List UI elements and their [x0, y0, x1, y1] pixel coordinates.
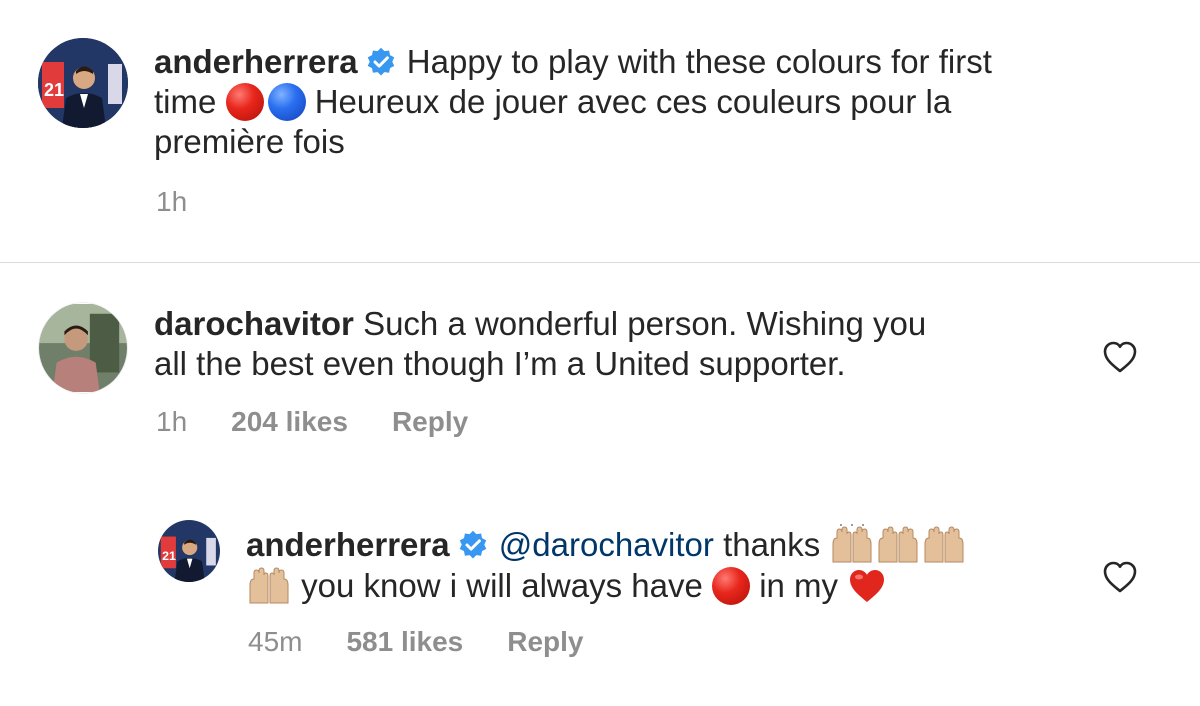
- caption-text-line-1: Happy to play with these colours for fir…: [406, 43, 992, 80]
- svg-text:21: 21: [162, 549, 176, 563]
- caption-username[interactable]: anderherrera: [154, 43, 358, 80]
- comment-2-reply-button[interactable]: Reply: [507, 626, 583, 657]
- avatar-darochavitor[interactable]: [38, 302, 128, 394]
- comment-1-likes[interactable]: 204 likes: [231, 406, 348, 437]
- like-button-comment-1[interactable]: [1102, 340, 1138, 374]
- comment-2-username[interactable]: anderherrera: [246, 526, 450, 563]
- heart-outline-icon: [1103, 341, 1137, 373]
- caption-text: anderherrera Happy to play with these co…: [154, 42, 1154, 162]
- comment-1-text-line-1: Such a wonderful person. Wishing you: [363, 305, 927, 342]
- blue-circle-emoji: [267, 83, 306, 121]
- svg-text:21: 21: [44, 80, 64, 100]
- raising-hands-emoji: [875, 524, 921, 564]
- avatar-anderherrera-reply[interactable]: 21: [158, 520, 220, 582]
- caption-line-2: time Heureux de jouer avec ces couleurs …: [154, 82, 1154, 122]
- comment-1-meta: 1h 204 likes Reply: [156, 406, 512, 438]
- comment-1-reply-button[interactable]: Reply: [392, 406, 468, 437]
- comment-2-meta: 45m 581 likes Reply: [248, 626, 628, 658]
- comment-1-line-1: darochavitor Such a wonderful person. Wi…: [154, 304, 1074, 344]
- comment-2-line-1: anderherrera @darochavitor thanks: [246, 524, 1086, 565]
- verified-badge-icon: [458, 530, 488, 560]
- comment-2-time: 45m: [248, 626, 303, 657]
- comment-2-line-2: you know i will always have in my: [246, 565, 1086, 606]
- comment-2-likes[interactable]: 581 likes: [346, 626, 463, 657]
- comment-1-line-2: all the best even though I’m a United su…: [154, 345, 846, 382]
- verified-badge-icon: [366, 47, 396, 77]
- comment-2-text: anderherrera @darochavitor thanks you kn…: [246, 524, 1086, 606]
- comment-1-text: darochavitor Such a wonderful person. Wi…: [154, 304, 1074, 384]
- like-button-comment-2[interactable]: [1102, 560, 1138, 594]
- raising-hands-emoji: [921, 524, 967, 564]
- red-circle-emoji: [225, 83, 264, 121]
- red-heart-emoji: [847, 567, 887, 605]
- caption-text-line-2: Heureux de jouer avec ces couleurs pour …: [314, 83, 952, 120]
- raising-hands-emoji: [829, 524, 875, 564]
- mention-link[interactable]: @darochavitor: [499, 526, 714, 563]
- divider: [0, 262, 1200, 263]
- comment-2-text-line-2a: you know i will always have: [301, 567, 703, 604]
- caption-line-3: première fois: [154, 123, 345, 160]
- caption-line-1: anderherrera Happy to play with these co…: [154, 42, 1154, 82]
- raising-hands-emoji: [246, 565, 292, 605]
- caption-text-time-word: time: [154, 83, 217, 120]
- comment-1-time: 1h: [156, 406, 188, 437]
- comment-2-thanks: thanks: [723, 526, 821, 563]
- avatar-anderherrera[interactable]: 21: [38, 38, 128, 128]
- heart-outline-icon: [1103, 561, 1137, 593]
- caption-time: 1h: [156, 186, 188, 217]
- red-circle-emoji: [712, 567, 751, 605]
- comment-1-username[interactable]: darochavitor: [154, 305, 354, 342]
- comment-2-text-line-2b: in my: [759, 567, 839, 604]
- caption-meta: 1h: [156, 186, 231, 218]
